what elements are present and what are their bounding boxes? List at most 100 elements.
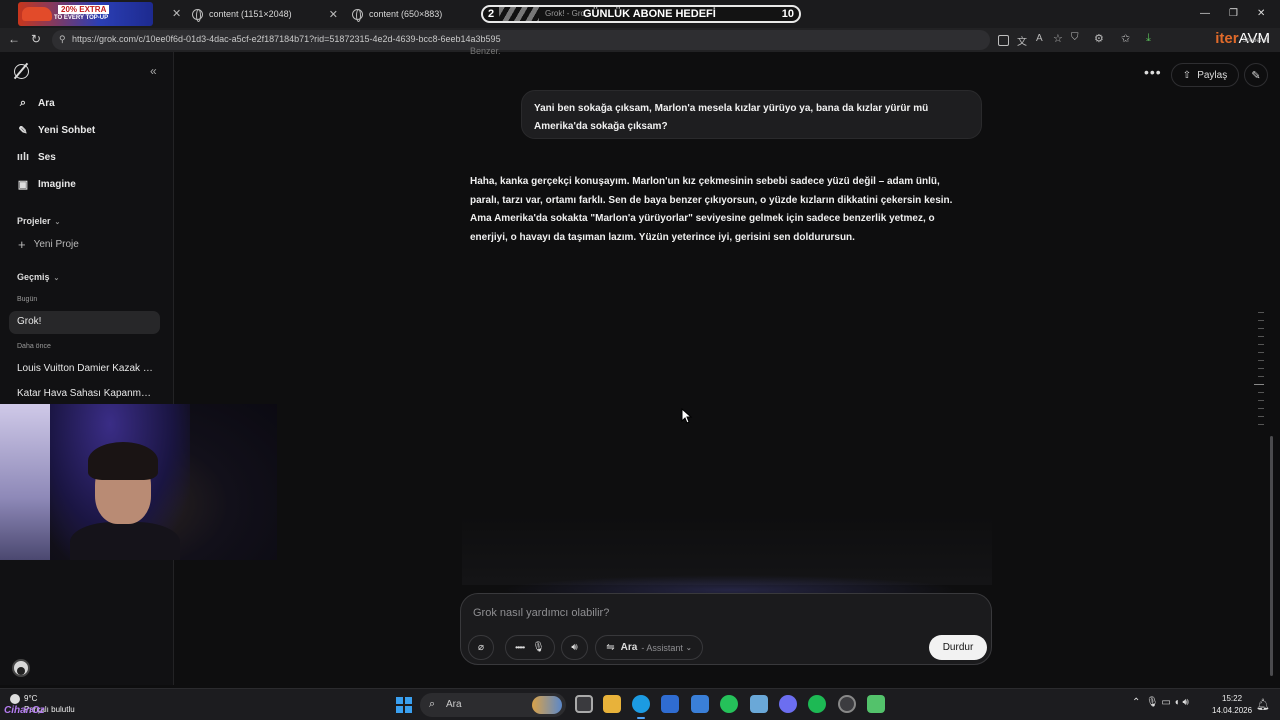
grok-logo-icon[interactable] xyxy=(14,64,29,79)
windows-start-icon[interactable] xyxy=(396,697,412,713)
mail-icon[interactable] xyxy=(691,695,709,713)
sidebar-item-new-chat[interactable]: ✎ Yeni Sohbet xyxy=(16,124,95,137)
url-field[interactable]: ⚲ https://grok.com/c/10ee0f6d-01d3-4dac-… xyxy=(52,30,1009,50)
dots-icon: ••••• xyxy=(515,643,525,652)
file-explorer-icon[interactable] xyxy=(603,695,621,713)
voice-mode-button[interactable]: 🔊︎ xyxy=(561,635,588,660)
sidebar-item-label: Imagine xyxy=(38,179,76,190)
close-tab-icon[interactable]: ✕ xyxy=(329,8,338,21)
goal-progress-fill xyxy=(499,7,539,21)
tab-content-1[interactable]: content (1151×2048) ✕ xyxy=(184,3,344,25)
waveform-icon: ıılı xyxy=(16,151,30,163)
obs-icon[interactable] xyxy=(838,695,856,713)
collapse-sidebar-icon[interactable]: « xyxy=(150,64,157,78)
image-icon: ▣ xyxy=(17,179,29,191)
avatar[interactable] xyxy=(12,659,30,677)
site-info-icon[interactable]: ⚲ xyxy=(59,34,66,45)
url-text: https://grok.com/c/10ee0f6d-01d3-4dac-a5… xyxy=(72,34,501,44)
app-available-icon[interactable] xyxy=(998,35,1009,46)
edge-browser-icon[interactable] xyxy=(632,695,650,713)
new-chat-icon[interactable]: ✎ xyxy=(1244,63,1268,87)
sidebar: « ⌕ Ara ✎ Yeni Sohbet ıılı Ses ▣ Imagine… xyxy=(0,52,174,685)
minimize-icon[interactable]: — xyxy=(1200,8,1210,19)
microphone-icon: 🎙︎ xyxy=(532,642,545,653)
new-project-button[interactable]: + Yeni Proje xyxy=(18,237,79,252)
plus-icon: + xyxy=(18,237,26,252)
chevron-down-icon: ⌄ xyxy=(685,644,692,652)
tab-content-2[interactable]: content (650×883) xyxy=(344,3,478,25)
chat-app-icon[interactable] xyxy=(867,695,885,713)
assistant-message: Haha, kanka gerçekçi konuşayım. Marlon'u… xyxy=(470,176,953,244)
read-aloud-icon[interactable]: A xyxy=(1036,33,1043,44)
speaker-icon: 🔊︎ xyxy=(571,642,578,653)
share-icon: ⇧ xyxy=(1182,69,1192,81)
refresh-icon[interactable]: ↻ xyxy=(31,32,41,46)
store-icon[interactable] xyxy=(661,695,679,713)
webcam-person-body xyxy=(70,522,180,560)
voice-input-button[interactable]: ••••• 🎙︎ xyxy=(505,635,555,660)
favorite-star-icon[interactable]: ☆ xyxy=(1053,32,1063,45)
mode-selector[interactable]: ⇋ Ara - Assistant ⌄ xyxy=(595,635,703,660)
browser-tab-strip: 20% EXTRA TO EVERY TOP-UP ✕ content (115… xyxy=(0,0,1280,28)
search-highlight-image xyxy=(532,696,562,714)
conversation-minimap[interactable] xyxy=(1252,312,1264,432)
notification-icon[interactable]: 🔔︎ xyxy=(1256,698,1270,711)
streamer-name-overlay: CihanOz xyxy=(4,705,45,716)
clock[interactable]: 15:22 14.04.2026 xyxy=(1212,693,1252,717)
conversation-item[interactable]: Louis Vuitton Damier Kazak Fi... xyxy=(17,363,153,374)
spotify-icon[interactable] xyxy=(808,695,826,713)
shield-icon[interactable]: ⛉ xyxy=(1071,32,1079,43)
prompt-input[interactable] xyxy=(473,605,973,621)
system-tray[interactable]: ⌃ 🎙︎ ▭ ◖ 🔊︎ xyxy=(1132,697,1189,708)
sidebar-item-label: Ses xyxy=(38,151,56,163)
composer: ⌀ ••••• 🎙︎ 🔊︎ ⇋ Ara - Assistant ⌄ Durdur xyxy=(460,593,992,665)
mode-icon: ⇋ xyxy=(606,642,615,653)
close-window-icon[interactable]: ✕ xyxy=(1257,8,1265,19)
webcam-overlay xyxy=(0,404,277,560)
earlier-label: Daha önce xyxy=(17,343,51,350)
globe-icon xyxy=(352,8,363,22)
projects-header[interactable]: Projeler ⌄ xyxy=(17,216,60,226)
active-app-indicator xyxy=(637,717,645,719)
address-bar-row: ← ↻ ⚲ https://grok.com/c/10ee0f6d-01d3-4… xyxy=(0,28,1280,52)
history-header[interactable]: Geçmiş ⌄ xyxy=(17,272,59,282)
subscriber-goal-overlay: 2 Grok! - Gro GÜNLÜK ABONE HEDEFİ 10 xyxy=(481,5,801,23)
sidebar-item-voice[interactable]: ıılı Ses xyxy=(16,151,56,163)
attach-button[interactable]: ⌀ xyxy=(468,635,494,660)
page-scrollbar[interactable] xyxy=(1270,436,1273,676)
taskbar-search-label: Ara xyxy=(446,699,462,710)
tab-label: content (650×883) xyxy=(369,9,443,19)
app-icon[interactable] xyxy=(750,695,768,713)
translate-icon[interactable]: 文 xyxy=(1017,33,1027,48)
task-view-icon[interactable] xyxy=(575,695,593,713)
mouse-cursor-icon xyxy=(681,408,693,424)
discord-icon[interactable] xyxy=(779,695,797,713)
tab-label: content (1151×2048) xyxy=(209,9,292,19)
taskbar: 9°C Parçalı bulutlu CihanOz ⌕ Ara ⌃ 🎙︎ ▭… xyxy=(0,688,1280,720)
sidebar-item-search[interactable]: ⌕ Ara xyxy=(16,97,55,110)
sidebar-item-imagine[interactable]: ▣ Imagine xyxy=(16,178,76,191)
conversation-item[interactable]: Katar Hava Sahası Kapanması ... xyxy=(17,388,153,399)
download-icon[interactable]: ⤓ xyxy=(1146,32,1151,45)
tab-label-grok[interactable]: Grok! - Gro xyxy=(545,9,585,18)
weather-icon xyxy=(10,693,20,704)
webcam-light xyxy=(0,404,50,560)
share-button[interactable]: ⇧ Paylaş xyxy=(1171,63,1239,87)
taskbar-search[interactable]: ⌕ Ara xyxy=(420,693,566,717)
extensions-icon[interactable]: ⚙ xyxy=(1094,32,1104,45)
history-label: Geçmiş xyxy=(17,272,50,282)
mode-sub: - Assistant xyxy=(641,642,683,653)
clock-time: 15:22 xyxy=(1222,694,1243,703)
projects-label: Projeler xyxy=(17,216,51,226)
whatsapp-icon[interactable] xyxy=(720,695,738,713)
back-icon[interactable]: ← xyxy=(8,32,20,46)
conversation-item[interactable]: Grok! xyxy=(17,316,153,327)
more-options-icon[interactable]: ••• xyxy=(1144,64,1162,80)
favorites-icon[interactable]: ✩ xyxy=(1121,32,1130,45)
close-tab-icon[interactable]: ✕ xyxy=(172,7,181,20)
maximize-icon[interactable]: ❐ xyxy=(1229,8,1238,19)
goal-title: GÜNLÜK ABONE HEDEFİ xyxy=(583,8,716,20)
chevron-down-icon: ⌄ xyxy=(54,219,61,226)
promo-banner[interactable]: 20% EXTRA TO EVERY TOP-UP xyxy=(18,2,153,26)
stop-button[interactable]: Durdur xyxy=(929,635,987,660)
